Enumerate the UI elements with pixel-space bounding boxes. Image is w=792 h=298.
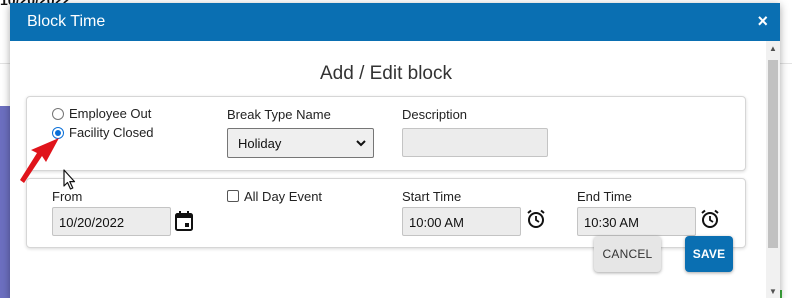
close-button[interactable]: × [757,12,768,30]
scroll-up-icon[interactable]: ▲ [769,44,777,53]
start-time-input[interactable]: 10:00 AM [402,207,521,236]
cancel-button[interactable]: CANCEL [594,236,661,272]
alarm-clock-icon[interactable] [700,209,720,229]
description-input[interactable] [402,128,548,157]
section-title: Add / Edit block [319,63,453,84]
start-time-label: Start Time [402,189,462,204]
dialog-header: Block Time × [10,3,780,41]
block-time-dialog: Block Time × Add / Edit block Employee O… [10,3,780,298]
dialog-title: Block Time [27,13,106,30]
save-button[interactable]: SAVE [685,236,733,272]
radio-button[interactable] [52,107,64,120]
break-type-select[interactable]: Holiday [227,128,374,158]
scroll-down-icon[interactable]: ▼ [769,287,777,296]
break-type-selected-value: Holiday [238,136,282,151]
dialog-body: Add / Edit block Employee Out Facility C… [10,41,766,298]
dialog-scrollbar[interactable]: ▲ ▼ [766,41,780,298]
description-label: Description [402,107,468,122]
block-type-card: Employee Out Facility Closed Break Type … [26,96,746,171]
all-day-checkbox[interactable] [227,190,239,202]
break-type-label: Break Type Name [227,107,331,122]
end-time-input[interactable]: 10:30 AM [577,207,696,236]
radio-employee-out[interactable]: Employee Out [52,106,151,121]
end-time-label: End Time [577,189,632,204]
all-day-label: All Day Event [244,189,323,204]
calendar-icon[interactable] [175,211,193,231]
alarm-clock-icon[interactable] [526,209,546,229]
radio-label: Employee Out [69,106,152,121]
chevron-down-icon [356,140,366,147]
annotation-arrow-icon [20,138,76,190]
mouse-cursor-icon [63,169,76,190]
close-icon[interactable]: × [757,11,768,31]
scrollbar-thumb[interactable] [768,60,778,248]
from-date-input[interactable]: 10/20/2022 [52,207,171,236]
